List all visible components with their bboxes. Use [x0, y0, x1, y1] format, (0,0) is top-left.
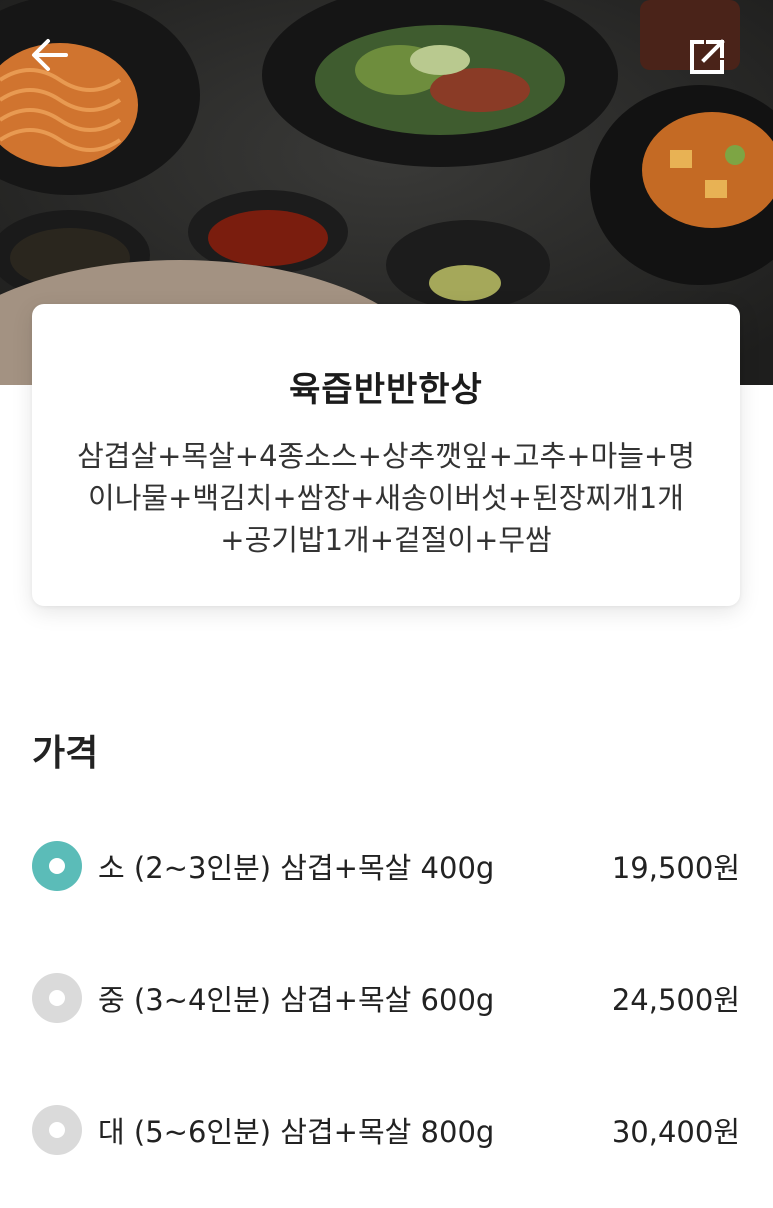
option-label: 중 (3~4인분) 삼겹+목살 600g: [98, 983, 495, 1017]
arrow-left-icon: [32, 39, 68, 71]
option-label: 대 (5~6인분) 삼겹+목살 800g: [98, 1115, 495, 1149]
price-option-large[interactable]: 대 (5~6인분) 삼겹+목살 800g 30,400원: [32, 1064, 740, 1196]
radio-button[interactable]: [32, 973, 82, 1023]
external-share-icon: [690, 39, 725, 74]
menu-description: 삼겹살+목살+4종소스+상추깻잎+고추+마늘+명이나물+백김치+쌈장+새송이버섯…: [77, 439, 695, 557]
radio-button-selected[interactable]: [32, 841, 82, 891]
menu-info-card: 육즙반반한상 삼겹살+목살+4종소스+상추깻잎+고추+마늘+명이나물+백김치+쌈…: [32, 304, 740, 606]
option-price: 19,500원: [611, 851, 740, 885]
price-option-medium[interactable]: 중 (3~4인분) 삼겹+목살 600g 24,500원: [32, 932, 740, 1064]
price-option-small[interactable]: 소 (2~3인분) 삼겹+목살 400g 19,500원: [32, 800, 740, 932]
back-button[interactable]: [30, 35, 86, 91]
option-label: 소 (2~3인분) 삼겹+목살 400g: [98, 851, 495, 885]
radio-button[interactable]: [32, 1105, 82, 1155]
option-price: 24,500원: [611, 983, 740, 1017]
price-section-title: 가격: [32, 733, 99, 774]
price-options-list: 소 (2~3인분) 삼겹+목살 400g 19,500원 중 (3~4인분) 삼…: [32, 800, 740, 1196]
option-price: 30,400원: [611, 1115, 740, 1149]
share-button[interactable]: [686, 36, 742, 92]
menu-title: 육즙반반한상: [289, 370, 483, 410]
